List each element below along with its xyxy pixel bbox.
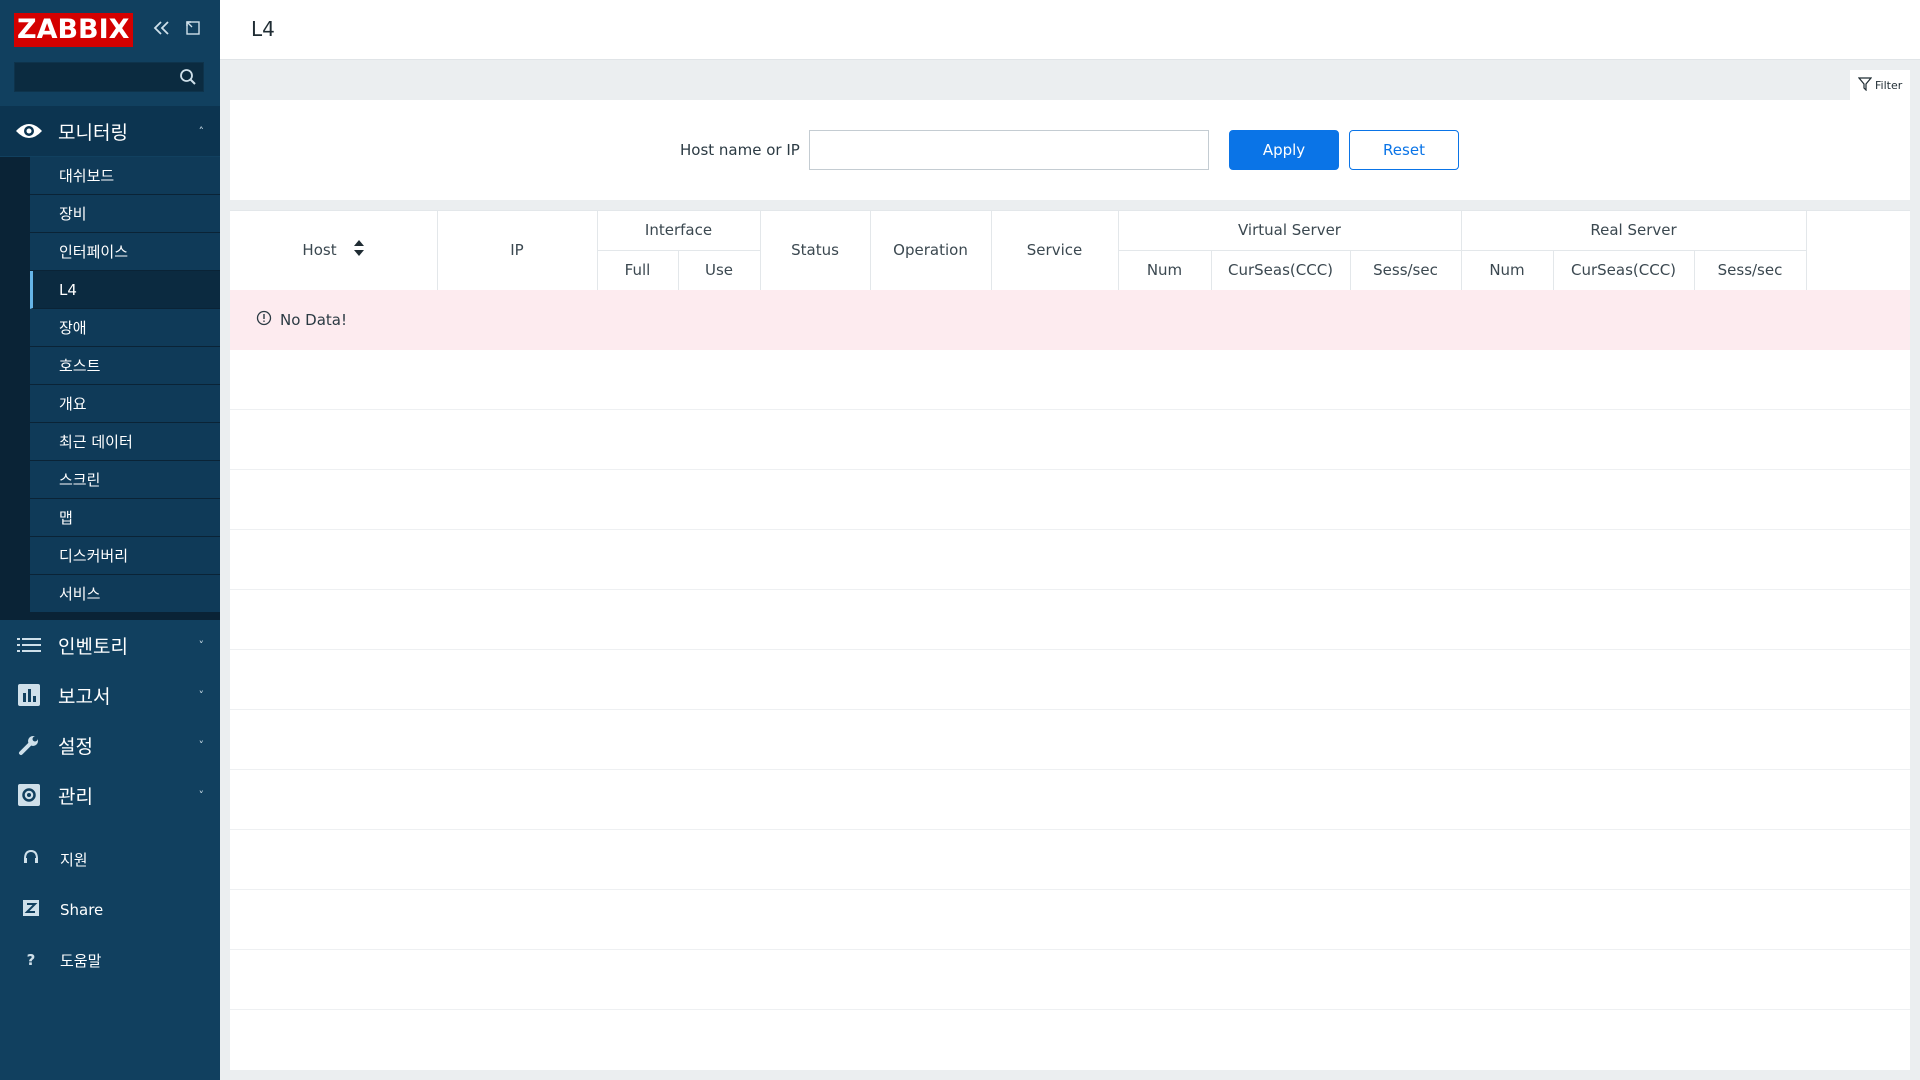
util-support[interactable]: 지원 — [0, 839, 220, 879]
row-separator — [230, 649, 1910, 650]
th-vs-num: Num — [1146, 261, 1183, 279]
l4-table: Host IP Interface Full Use Status Operat… — [230, 210, 1910, 1070]
collapse-sidebar-icon[interactable] — [153, 20, 171, 40]
logo-row: ZABBIX — [0, 0, 220, 60]
bar-chart-icon — [14, 684, 44, 706]
chevron-down-icon: ˅ — [198, 688, 205, 702]
menu-reports-label: 보고서 — [58, 685, 111, 708]
submenu-item-maps[interactable]: 맵 — [30, 499, 220, 537]
submenu-item-latest-data[interactable]: 최근 데이터 — [30, 423, 220, 461]
sidebar: ZABBIX 모니터링 ˄ 대쉬보드 장비 인터페이스 L4 장애 호스트 개요… — [0, 0, 220, 1080]
chevron-down-icon: ˅ — [198, 788, 205, 802]
th-interface-full: Full — [624, 261, 651, 279]
kiosk-mode-icon[interactable] — [185, 20, 201, 40]
submenu-item-dashboard[interactable]: 대쉬보드 — [30, 157, 220, 195]
page-header: L4 — [220, 0, 1920, 60]
no-data-row: No Data! — [230, 290, 1910, 350]
row-separator — [230, 829, 1910, 830]
sidebar-search-input[interactable] — [14, 62, 204, 92]
menu-configuration[interactable]: 설정 ˅ — [0, 720, 220, 770]
row-separator — [230, 1009, 1910, 1010]
filter-tab-label: Filter — [1875, 78, 1903, 92]
menu-monitoring-label: 모니터링 — [58, 121, 128, 144]
submenu-item-l4[interactable]: L4 — [30, 271, 220, 309]
row-separator — [230, 589, 1910, 590]
col-divider — [1806, 210, 1807, 290]
th-status: Status — [791, 241, 839, 259]
question-icon: ? — [26, 951, 36, 969]
host-name-input[interactable] — [809, 130, 1209, 170]
eye-icon — [14, 122, 44, 140]
row-separator — [230, 469, 1910, 470]
menu-inventory[interactable]: 인벤토리 ˅ — [0, 620, 220, 670]
page-title: L4 — [251, 17, 275, 41]
chevron-down-icon: ˅ — [198, 638, 205, 652]
util-share-label: Share — [60, 901, 104, 919]
submenu-item-discovery[interactable]: 디스커버리 — [30, 537, 220, 575]
reset-button[interactable]: Reset — [1349, 130, 1459, 170]
th-rs-sess: Sess/sec — [1717, 261, 1783, 279]
gear-icon — [14, 784, 44, 806]
th-virtual-server: Virtual Server — [1238, 221, 1341, 239]
menu-reports[interactable]: 보고서 ˅ — [0, 670, 220, 720]
th-ip: IP — [510, 241, 524, 259]
monitoring-submenu: 대쉬보드 장비 인터페이스 L4 장애 호스트 개요 최근 데이터 스크린 맵 … — [0, 157, 220, 620]
zabbix-logo[interactable]: ZABBIX — [14, 13, 133, 47]
chevron-up-icon: ˄ — [198, 124, 205, 138]
menu-administration-label: 관리 — [58, 785, 93, 808]
row-separator — [230, 889, 1910, 890]
menu-inventory-label: 인벤토리 — [58, 635, 128, 658]
th-interface: Interface — [644, 221, 713, 239]
th-real-server: Real Server — [1590, 221, 1677, 239]
row-separator — [230, 769, 1910, 770]
headset-icon — [16, 849, 46, 869]
list-icon — [14, 637, 44, 653]
chevron-down-icon: ˅ — [198, 738, 205, 752]
submenu-item-overview[interactable]: 개요 — [30, 385, 220, 423]
info-icon — [256, 310, 272, 330]
th-operation: Operation — [893, 241, 968, 259]
sidebar-controls — [153, 20, 201, 40]
submenu-item-hosts[interactable]: 호스트 — [30, 347, 220, 385]
apply-button[interactable]: Apply — [1229, 130, 1339, 170]
no-data-message: No Data! — [280, 311, 347, 329]
search-icon[interactable] — [179, 68, 197, 86]
menu-administration[interactable]: 관리 ˅ — [0, 770, 220, 820]
util-help-label: 도움말 — [60, 951, 102, 970]
row-separator — [230, 709, 1910, 710]
util-help[interactable]: ? 도움말 — [0, 940, 220, 980]
th-vs-sess: Sess/sec — [1373, 261, 1438, 279]
submenu-item-interfaces[interactable]: 인터페이스 — [30, 233, 220, 271]
filter-panel: Host name or IP Apply Reset — [230, 100, 1910, 200]
menu-monitoring[interactable]: 모니터링 ˄ — [0, 106, 220, 156]
submenu-item-services[interactable]: 서비스 — [30, 575, 220, 613]
filter-tab[interactable]: Filter — [1850, 70, 1910, 100]
util-share[interactable]: Share — [0, 890, 220, 930]
submenu-item-screens[interactable]: 스크린 — [30, 461, 220, 499]
share-z-icon — [16, 900, 46, 920]
host-name-label: Host name or IP — [680, 141, 800, 159]
th-interface-use: Use — [704, 261, 734, 279]
row-separator — [230, 409, 1910, 410]
th-vs-curseas: CurSeas(CCC) — [1227, 261, 1334, 279]
sort-icon[interactable] — [353, 238, 365, 262]
row-separator — [230, 949, 1910, 950]
wrench-icon — [14, 734, 44, 756]
th-rs-num: Num — [1489, 261, 1525, 279]
submenu-item-devices[interactable]: 장비 — [30, 195, 220, 233]
th-host-label: Host — [302, 241, 337, 259]
th-rs-curseas: CurSeas(CCC) — [1570, 261, 1677, 279]
menu-configuration-label: 설정 — [58, 735, 93, 758]
util-support-label: 지원 — [60, 850, 88, 869]
th-service: Service — [1026, 241, 1083, 259]
row-separator — [230, 529, 1910, 530]
submenu-item-problems[interactable]: 장애 — [30, 309, 220, 347]
filter-icon — [1857, 76, 1873, 94]
th-host[interactable]: Host — [230, 210, 437, 290]
